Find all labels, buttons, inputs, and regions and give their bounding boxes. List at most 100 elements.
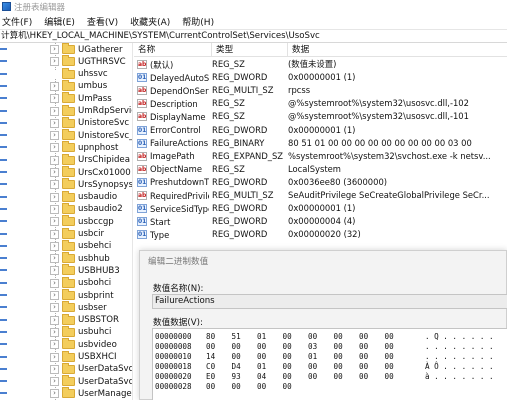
hex-byte[interactable]: 00 [283,352,299,362]
expand-chevron-icon[interactable]: › [50,217,59,227]
address-bar[interactable]: 计算机\HKEY_LOCAL_MACHINE\SYSTEM\CurrentCon… [0,29,507,43]
hex-byte[interactable]: 00 [283,342,299,352]
hex-byte[interactable]: 51 [232,332,248,342]
hex-byte[interactable]: 01 [257,362,273,372]
hex-byte[interactable]: 00 [232,352,248,362]
hex-byte[interactable]: 00 [308,372,324,382]
tree-item[interactable]: › USBSTOR [50,313,119,327]
value-row[interactable]: ab ImagePath REG_EXPAND_SZ %systemroot%\sys… [134,150,507,163]
tree-item[interactable]: › UserDataSvc [50,362,132,376]
hex-byte[interactable]: 00 [385,352,401,362]
hex-byte[interactable]: 00 [232,342,248,352]
tree-item[interactable]: › UnistoreSvc_ [50,129,132,142]
expand-chevron-icon[interactable]: › [50,241,59,251]
tree-item[interactable]: › usbcir [50,227,104,241]
hex-byte[interactable]: 00 [283,382,299,392]
tree-item[interactable]: › UGTHRSVC [50,55,126,68]
expand-chevron-icon[interactable]: › [50,389,59,399]
hex-byte[interactable]: 00 [359,352,375,362]
value-row[interactable]: ab ObjectName REG_SZ LocalSystem [134,163,507,176]
hex-byte[interactable]: 00 [385,342,401,352]
value-row[interactable]: 01DelayedAutoStartREG_DWORD 0x00000001 (1… [134,71,507,84]
tree-item[interactable]: › USBHUB3 [50,264,120,277]
value-row[interactable]: ab (默认) REG_SZ (数值未设置) [134,58,507,71]
hex-byte[interactable]: 03 [308,342,324,352]
tree-item[interactable]: › UGatherer [50,43,122,56]
tree-item[interactable]: uhssvc [50,67,108,81]
expand-chevron-icon[interactable]: › [50,352,59,362]
hex-byte[interactable]: 00 [257,382,273,392]
column-header-type[interactable]: 类型 [212,43,288,57]
tree-item[interactable]: › usbaudio2 [50,202,123,216]
value-row[interactable]: abRequiredPrivilegesREG_MULTI_SZ SeAuditP… [134,189,507,202]
hex-byte[interactable]: 01 [257,332,273,342]
hex-byte[interactable]: 00 [359,332,375,342]
expand-chevron-icon[interactable]: › [50,278,59,288]
menu-view[interactable]: 查看(V) [87,15,118,28]
hex-byte[interactable]: 00 [334,352,350,362]
values-list[interactable]: 名称 类型 数据 ab (默认) REG_SZ (数值未设置) 01 DelayedAut… [134,43,507,263]
hex-byte[interactable]: 00 [283,372,299,382]
hex-byte[interactable]: 00 [359,372,375,382]
value-row[interactable]: 01 ErrorControl REG_DWORD 0x00000001 (1) [134,124,507,137]
expand-chevron-icon[interactable]: › [50,315,59,325]
expand-chevron-icon[interactable]: › [50,106,59,116]
expand-chevron-icon[interactable]: › [50,303,59,313]
hex-byte[interactable]: 01 [308,352,324,362]
hex-byte[interactable]: D4 [232,362,248,372]
tree-item[interactable]: › UnistoreSvc [50,116,129,130]
menu-file[interactable]: 文件(F) [2,15,32,28]
expand-chevron-icon[interactable]: › [50,364,59,374]
expand-chevron-icon[interactable]: › [50,45,59,54]
tree-item[interactable]: › UrsCx01000 [50,166,131,179]
expand-chevron-icon[interactable]: › [50,327,59,337]
tree-item[interactable]: › usbhub [50,252,110,265]
hex-byte[interactable]: 00 [334,372,350,382]
tree-item[interactable]: › usbccgp [50,215,114,228]
expand-chevron-icon[interactable]: › [50,131,59,141]
hex-byte[interactable]: 00 [334,332,350,342]
tree-item[interactable]: › usbprint [50,289,114,302]
hex-byte[interactable]: 00 [359,342,375,352]
tree-item[interactable]: › usbaudio [50,190,117,204]
expand-chevron-icon[interactable]: › [50,57,59,67]
expand-chevron-icon[interactable]: › [50,81,59,91]
hex-byte[interactable]: 93 [232,372,248,382]
hex-byte[interactable]: 00 [257,342,273,352]
hex-byte[interactable]: 00 [308,362,324,372]
tree-item[interactable]: › usbehci [50,239,111,253]
value-row[interactable]: 01 FailureActions REG_BINARY 80 51 01 00 00… [134,137,507,150]
hex-byte[interactable]: 00 [283,362,299,372]
expand-chevron-icon[interactable] [50,69,59,79]
tree-item[interactable]: › usbser [50,301,107,314]
value-row[interactable]: 01PreshutdownTimeoutREG_DWORD 0x0036ee80 … [134,176,507,189]
tree-item[interactable]: › upnphost [50,141,118,154]
hex-byte[interactable]: 04 [257,372,273,382]
hex-byte[interactable]: 00 [232,382,248,392]
tree-item[interactable]: › UserDataSvc_ [50,375,132,388]
hex-byte[interactable]: 14 [206,352,222,362]
hex-byte[interactable]: 00 [385,372,401,382]
menu-help[interactable]: 帮助(H) [182,15,214,28]
registry-tree[interactable]: › UGatherer › UGTHRSVC uhssvc › umbus › UmPass › U… [0,43,133,400]
expand-chevron-icon[interactable]: › [50,229,59,239]
value-name-field[interactable]: FailureActions [152,294,507,309]
value-row[interactable]: abDependOnServiceREG_MULTI_SZ rpcss [134,84,507,97]
tree-item[interactable]: › usbohci [50,276,111,290]
tree-item[interactable]: › umbus [50,79,107,93]
tree-item[interactable]: › usbvideo [50,338,117,351]
hex-byte[interactable]: C0 [206,362,222,372]
value-data-hex-editor[interactable]: 00000000 80 51 01 00 00 00 00 00. Q . . . . . .0… [152,328,507,400]
value-row[interactable]: 01 ServiceSidType REG_DWORD 0x00000001 (1) [134,202,507,215]
expand-chevron-icon[interactable]: › [50,168,59,177]
expand-chevron-icon[interactable]: › [50,155,59,165]
hex-byte[interactable]: 00 [206,342,222,352]
tree-item[interactable]: › UrsChipidea [50,153,130,167]
value-row[interactable]: 01 Type REG_DWORD 0x00000020 (32) [134,228,507,241]
hex-byte[interactable]: 00 [359,362,375,372]
hex-byte[interactable]: 80 [206,332,222,342]
tree-item[interactable]: › USBXHCI [50,350,117,364]
value-row[interactable]: ab Description REG_SZ @%systemroot%\system3… [134,97,507,110]
expand-chevron-icon[interactable]: › [50,94,59,104]
expand-chevron-icon[interactable]: › [50,143,59,153]
